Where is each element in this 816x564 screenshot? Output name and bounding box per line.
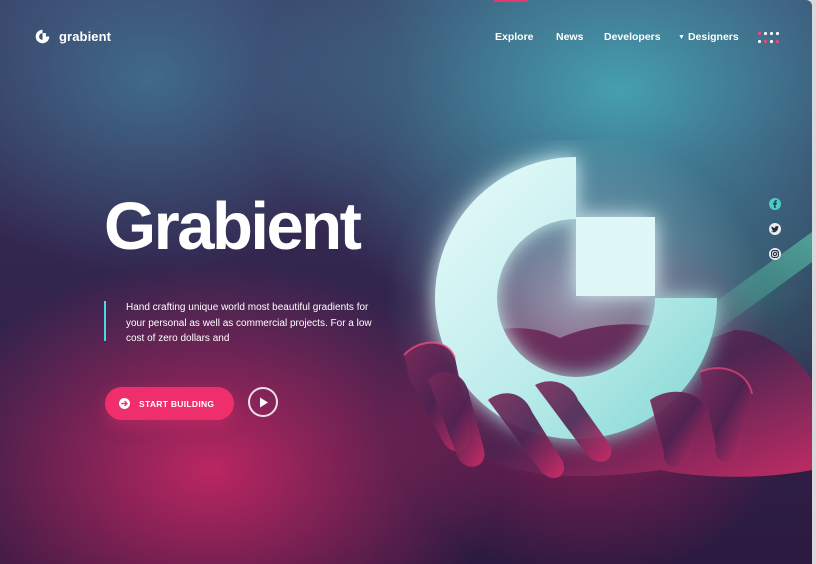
- hero-description: Hand crafting unique world most beautifu…: [126, 302, 372, 344]
- play-video-button[interactable]: [248, 387, 278, 417]
- nav-item-designers-label: Designers: [687, 31, 739, 43]
- nav-item-developers[interactable]: Developers: [604, 31, 661, 43]
- nav-item-explore[interactable]: Explore: [495, 31, 534, 43]
- landing-page: grabient Explore News Developers ▼ Design…: [0, 0, 812, 564]
- arrow-right-circle-icon: [119, 398, 130, 409]
- start-building-button[interactable]: START BUILDING: [105, 387, 234, 420]
- grid-dots-icon[interactable]: [758, 32, 779, 44]
- nav-item-designers[interactable]: ▼ Designers: [678, 31, 739, 43]
- twitter-icon[interactable]: [769, 223, 781, 235]
- top-indicator: [494, 0, 528, 2]
- facebook-icon[interactable]: [769, 198, 781, 210]
- main-nav: Explore News Developers ▼ Designers: [0, 31, 812, 45]
- nav-item-news[interactable]: News: [556, 31, 583, 43]
- hero-title: Grabient: [104, 189, 362, 264]
- caret-down-icon: ▼: [678, 34, 685, 41]
- instagram-icon[interactable]: [769, 248, 781, 260]
- play-icon: [260, 397, 268, 408]
- description-accent-bar: [104, 301, 106, 341]
- hero-illustration: [386, 140, 812, 479]
- start-building-label: START BUILDING: [139, 398, 215, 409]
